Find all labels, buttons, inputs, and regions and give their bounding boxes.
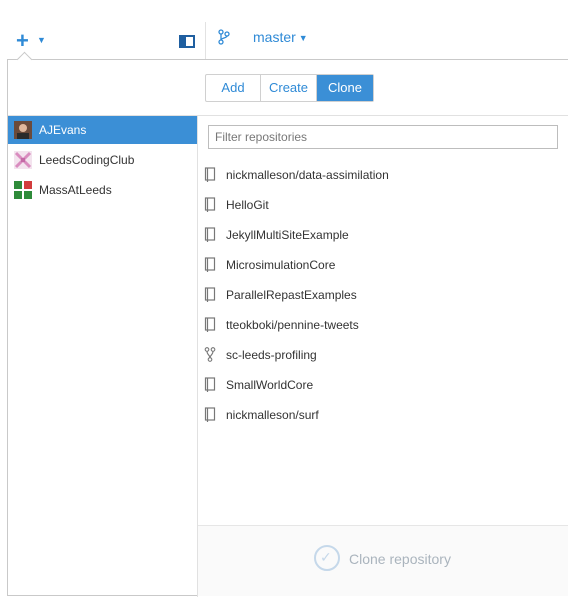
filter-repositories-input[interactable] <box>208 125 558 149</box>
repository-item[interactable]: JekyllMultiSiteExample <box>204 224 554 246</box>
tab-add[interactable]: Add <box>206 75 261 101</box>
tab-create[interactable]: Create <box>261 75 317 101</box>
repo-icon <box>204 287 216 302</box>
repo-icon <box>204 407 216 422</box>
repository-item[interactable]: MicrosimulationCore <box>204 254 554 276</box>
repository-name: HelloGit <box>226 198 269 212</box>
sidebar-toggle-button[interactable] <box>179 35 195 48</box>
avatar <box>14 151 32 169</box>
repository-name: JekyllMultiSiteExample <box>226 228 349 242</box>
repo-icon <box>204 167 216 182</box>
repo-icon <box>204 257 216 272</box>
repository-item[interactable]: nickmalleson/surf <box>204 404 554 426</box>
clone-repository-label: Clone repository <box>349 551 451 567</box>
avatar <box>14 121 32 139</box>
repo-icon <box>204 197 216 212</box>
check-icon: ✓ <box>320 549 332 565</box>
branch-icon <box>218 29 230 45</box>
tab-clone[interactable]: Clone <box>317 75 373 101</box>
repository-item[interactable]: ParallelRepastExamples <box>204 284 554 306</box>
account-item-massatleeds[interactable]: MassAtLeeds <box>8 176 197 204</box>
branch-selector[interactable]: master ▼ <box>253 29 308 46</box>
fork-icon <box>204 347 216 362</box>
repo-icon <box>204 377 216 392</box>
sidebar-panel-icon <box>181 37 186 46</box>
repo-icon <box>204 227 216 242</box>
caret-down-icon: ▼ <box>37 35 46 45</box>
account-name: LeedsCodingClub <box>39 153 135 167</box>
footer: ✓ Clone repository <box>198 526 568 596</box>
branch-label: master <box>253 29 296 45</box>
repository-item[interactable]: nickmalleson/data-assimilation <box>204 164 554 186</box>
repository-popover: Add Create Clone AJEvans LeedsCodingClub <box>7 59 568 597</box>
account-name: AJEvans <box>39 123 87 137</box>
account-item-leedscodingclub[interactable]: LeedsCodingClub <box>8 146 197 174</box>
toolbar-divider <box>205 22 206 62</box>
caret-down-icon: ▼ <box>298 33 308 43</box>
repository-name: SmallWorldCore <box>226 378 314 392</box>
repository-name: ParallelRepastExamples <box>226 288 357 302</box>
tab-group: Add Create Clone <box>205 74 374 102</box>
repository-name: sc-leeds-profiling <box>226 348 317 362</box>
toolbar: + ▼ master ▼ <box>0 0 568 62</box>
account-item-ajevans[interactable]: AJEvans <box>8 116 197 144</box>
repository-item[interactable]: SmallWorldCore <box>204 374 554 396</box>
plus-icon: + <box>16 28 29 53</box>
repository-name: nickmalleson/surf <box>226 408 319 422</box>
repository-name: tteokboki/pennine-tweets <box>226 318 359 332</box>
repository-item[interactable]: tteokboki/pennine-tweets <box>204 314 554 336</box>
repository-name: MicrosimulationCore <box>226 258 336 272</box>
repository-item[interactable]: sc-leeds-profiling <box>204 344 554 366</box>
avatar <box>14 181 32 199</box>
repo-icon <box>204 317 216 332</box>
repository-item[interactable]: HelloGit <box>204 194 554 216</box>
account-name: MassAtLeeds <box>39 183 112 197</box>
repository-name: nickmalleson/data-assimilation <box>226 168 389 182</box>
add-repository-button[interactable]: + ▼ <box>16 28 46 53</box>
